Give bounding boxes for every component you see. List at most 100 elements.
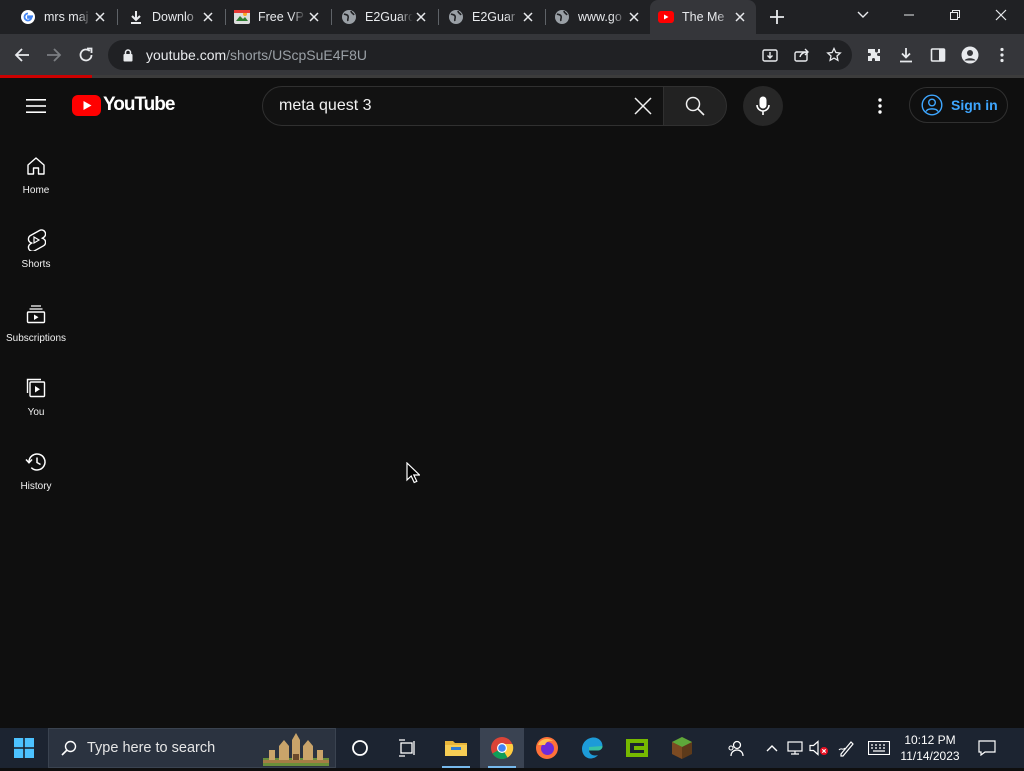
tab-title: Downlo bbox=[152, 10, 194, 24]
mouse-cursor-icon bbox=[406, 461, 421, 489]
tab-search-chevron-icon[interactable] bbox=[840, 0, 886, 30]
guide-item-label: Subscriptions bbox=[5, 333, 67, 344]
tab-strip: mrs maj Downlo Free VP E2Guard E2Guar ww… bbox=[0, 0, 1024, 34]
network-icon[interactable] bbox=[786, 728, 806, 768]
guide-item-label: You bbox=[27, 407, 45, 418]
history-icon bbox=[24, 450, 48, 474]
close-icon[interactable] bbox=[200, 9, 216, 25]
search-input[interactable]: meta quest 3 bbox=[262, 86, 664, 126]
settings-more-icon[interactable] bbox=[868, 94, 892, 118]
windows-taskbar: Type here to search 10:12 PM 11/14/2023 bbox=[0, 728, 1024, 768]
tab-mrs-maj[interactable]: mrs maj bbox=[12, 0, 116, 34]
close-icon[interactable] bbox=[92, 9, 108, 25]
file-explorer-icon[interactable] bbox=[434, 728, 478, 768]
account-circle-icon bbox=[921, 94, 943, 116]
forward-button[interactable] bbox=[41, 42, 67, 68]
search-query-text: meta quest 3 bbox=[279, 97, 372, 114]
url-path: /shorts/UScpSuE4F8U bbox=[226, 47, 368, 63]
hamburger-menu-icon[interactable] bbox=[24, 94, 48, 118]
sign-in-button[interactable]: Sign in bbox=[909, 87, 1008, 123]
globe-icon bbox=[448, 9, 464, 25]
bookmark-star-icon[interactable] bbox=[824, 45, 844, 65]
microphone-icon bbox=[756, 96, 770, 116]
close-icon[interactable] bbox=[626, 9, 642, 25]
youtube-play-logo-icon bbox=[72, 94, 101, 116]
reload-button[interactable] bbox=[73, 42, 99, 68]
cortana-icon[interactable] bbox=[338, 728, 382, 768]
side-panel-icon[interactable] bbox=[925, 42, 951, 68]
url-host: youtube.com bbox=[146, 47, 227, 63]
guide-item-home[interactable]: Home bbox=[0, 134, 72, 208]
tab-download[interactable]: Downlo bbox=[120, 0, 224, 34]
youtube-wordmark: YouTube bbox=[103, 94, 175, 115]
pen-workspace-icon[interactable] bbox=[836, 728, 858, 768]
task-view-icon[interactable] bbox=[386, 728, 430, 768]
notifications-icon[interactable] bbox=[974, 728, 1000, 768]
download-icon bbox=[128, 9, 144, 25]
install-app-icon[interactable] bbox=[760, 45, 780, 65]
search-icon bbox=[61, 740, 77, 756]
taskbar-clock[interactable]: 10:12 PM 11/14/2023 bbox=[896, 732, 964, 764]
clock-date: 11/14/2023 bbox=[900, 749, 960, 763]
tab-www-go[interactable]: www.go bbox=[546, 0, 650, 34]
youtube-icon bbox=[658, 9, 674, 25]
minimize-button[interactable] bbox=[886, 0, 932, 30]
guide-item-label: Shorts bbox=[21, 259, 51, 270]
close-icon[interactable] bbox=[732, 9, 748, 25]
restore-button[interactable] bbox=[932, 0, 978, 30]
close-window-button[interactable] bbox=[978, 0, 1024, 30]
voice-search-button[interactable] bbox=[743, 86, 783, 126]
new-tab-button[interactable] bbox=[766, 6, 788, 28]
touch-keyboard-icon[interactable] bbox=[866, 728, 892, 768]
tab-youtube-active[interactable]: The Me bbox=[650, 0, 756, 34]
volume-muted-icon[interactable] bbox=[808, 728, 830, 768]
chrome-taskbar-icon[interactable] bbox=[480, 728, 524, 768]
close-icon[interactable] bbox=[520, 9, 536, 25]
firefox-icon[interactable] bbox=[525, 728, 569, 768]
tab-title: www.go bbox=[578, 10, 622, 24]
taskbar-search-placeholder: Type here to search bbox=[87, 740, 216, 756]
taskbar-search-box[interactable]: Type here to search bbox=[48, 728, 336, 768]
share-icon[interactable] bbox=[792, 45, 812, 65]
show-hidden-icons-chevron-icon[interactable] bbox=[762, 728, 782, 768]
you-icon bbox=[24, 376, 48, 400]
downloads-icon[interactable] bbox=[893, 42, 919, 68]
mini-guide: Home Shorts Subscriptions You History bbox=[0, 134, 72, 504]
search-highlight-temple-icon bbox=[263, 732, 329, 771]
home-icon bbox=[24, 154, 48, 178]
google-icon bbox=[20, 9, 36, 25]
edge-icon[interactable] bbox=[570, 728, 614, 768]
address-bar[interactable]: youtube.com/shorts/UScpSuE4F8U bbox=[108, 40, 852, 70]
tab-e2guardian-1[interactable]: E2Guard bbox=[333, 0, 437, 34]
tab-e2guardian-2[interactable]: E2Guar bbox=[440, 0, 544, 34]
lock-icon[interactable] bbox=[120, 48, 136, 62]
tab-title: Free VP bbox=[258, 10, 304, 24]
sign-in-label: Sign in bbox=[951, 97, 998, 113]
guide-item-shorts[interactable]: Shorts bbox=[0, 208, 72, 282]
close-icon[interactable] bbox=[413, 9, 429, 25]
clear-search-icon[interactable] bbox=[623, 86, 663, 126]
minecraft-icon[interactable] bbox=[660, 728, 704, 768]
clock-time: 10:12 PM bbox=[904, 733, 956, 747]
guide-item-you[interactable]: You bbox=[0, 356, 72, 430]
browser-toolbar: youtube.com/shorts/UScpSuE4F8U bbox=[0, 34, 1024, 76]
tab-title: E2Guard bbox=[365, 10, 413, 24]
chrome-menu-icon[interactable] bbox=[989, 42, 1015, 68]
youtube-logo[interactable]: YouTube bbox=[72, 94, 175, 116]
guide-item-label: Home bbox=[22, 185, 50, 196]
extensions-icon[interactable] bbox=[861, 42, 887, 68]
tab-free-vpn[interactable]: Free VP bbox=[226, 0, 330, 34]
back-button[interactable] bbox=[9, 42, 35, 68]
windows-start-icon[interactable] bbox=[0, 728, 48, 768]
profile-icon[interactable] bbox=[957, 42, 983, 68]
people-icon[interactable] bbox=[724, 728, 748, 768]
tab-title: mrs maj bbox=[44, 10, 89, 24]
guide-item-history[interactable]: History bbox=[0, 430, 72, 504]
guide-item-subscriptions[interactable]: Subscriptions bbox=[0, 282, 72, 356]
image-favicon bbox=[234, 9, 250, 25]
nvidia-geforce-icon[interactable] bbox=[615, 728, 659, 768]
search-button[interactable] bbox=[663, 86, 727, 126]
close-icon[interactable] bbox=[306, 9, 322, 25]
guide-item-label: History bbox=[20, 481, 52, 492]
subscriptions-icon bbox=[24, 302, 48, 326]
